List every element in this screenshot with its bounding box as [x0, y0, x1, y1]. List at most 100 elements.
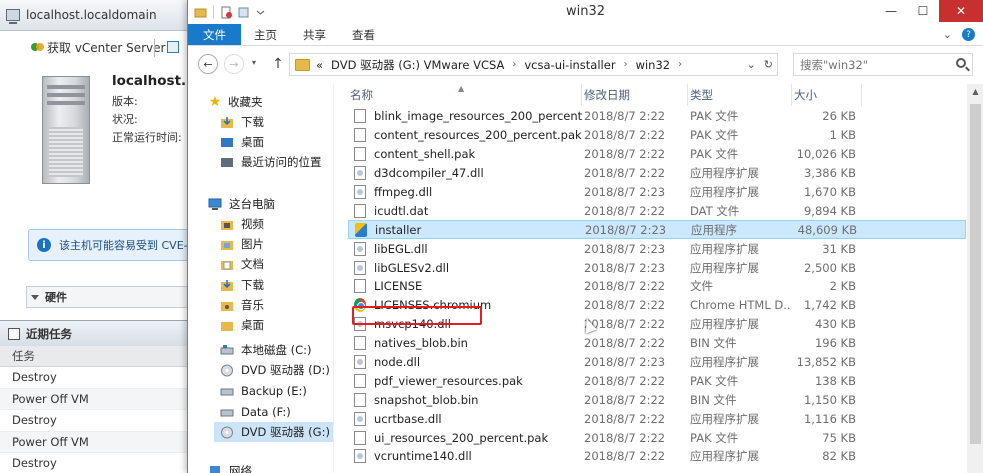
file-type: 文件	[690, 279, 713, 294]
dll-file-icon	[354, 317, 366, 332]
new-folder-icon[interactable]	[237, 6, 250, 19]
navigation-pane: ★ 收藏夹 下载 桌面 最近访问的位置 这台电脑 视频 图片 文档 下载 音乐 …	[188, 84, 333, 473]
file-name-cell: node.dll	[348, 355, 582, 370]
address-segment-installer[interactable]: vcsa-ui-installer	[524, 58, 615, 72]
task-row[interactable]: Power Off VM	[0, 431, 200, 453]
address-bar[interactable]: « DVD 驱动器 (G:) VMware VCSA › vcsa-ui-ins…	[289, 53, 778, 76]
column-size[interactable]: 大小	[792, 84, 862, 106]
help-icon[interactable]: ?	[962, 28, 975, 41]
file-row[interactable]: pdf_viewer_resources.pak 2018/8/7 2:22 PAK…	[348, 371, 966, 390]
nav-item-desktop[interactable]: 桌面	[220, 132, 264, 152]
nav-label: 下载	[241, 115, 264, 129]
tab-share[interactable]: 共享	[290, 24, 339, 45]
folder-icon	[295, 58, 310, 71]
address-overflow[interactable]: «	[316, 58, 323, 72]
nav-favorites[interactable]: ★ 收藏夹	[208, 92, 263, 112]
address-segment-win32[interactable]: win32	[636, 58, 671, 72]
tab-view[interactable]: 查看	[339, 24, 388, 45]
file-row[interactable]: content_shell.pak 2018/8/7 2:22 PAK 文件 10,0…	[348, 145, 966, 164]
toolbar-tool-icon[interactable]	[167, 41, 179, 53]
file-row[interactable]: node.dll 2018/8/7 2:23 应用程序扩展 13,852 KB	[348, 353, 966, 372]
file-icon	[354, 203, 366, 218]
scroll-thumb[interactable]	[970, 104, 981, 444]
maximize-button[interactable]: ☐	[907, 0, 939, 22]
tasks-column-header[interactable]: 任务	[0, 346, 200, 367]
back-button[interactable]: ←	[198, 54, 218, 74]
file-row[interactable]: natives_blob.bin 2018/8/7 2:22 BIN 文件 196 K…	[348, 334, 966, 353]
column-type[interactable]: 类型	[688, 84, 792, 106]
nav-item-pictures[interactable]: 图片	[220, 234, 264, 254]
chevron-down-icon[interactable]	[254, 6, 267, 19]
file-row[interactable]: libGLESv2.dll 2018/8/7 2:23 应用程序扩展 2,500 KB	[348, 258, 966, 277]
nav-drive-e[interactable]: Backup (E:)	[220, 381, 307, 401]
file-row[interactable]: vcruntime140.dll 2018/8/7 2:22 应用程序扩展 82 KB	[348, 447, 966, 466]
nav-item-documents[interactable]: 文档	[220, 254, 264, 274]
nav-network[interactable]: 网络	[208, 461, 252, 473]
file-row[interactable]: LICENSE 2018/8/7 2:22 文件 2 KB	[348, 277, 966, 296]
file-row[interactable]: msvcp140.dll 2018/8/7 2:22 应用程序扩展 430 KB	[348, 315, 966, 334]
file-row[interactable]: blink_image_resources_200_percent.p... 20…	[348, 107, 966, 126]
task-row[interactable]: Destroy	[0, 367, 200, 389]
search-box[interactable]	[793, 53, 973, 76]
nav-item-music[interactable]: 音乐	[220, 295, 264, 315]
column-date[interactable]: 修改日期	[582, 84, 688, 106]
file-name: ffmpeg.dll	[374, 185, 433, 199]
recent-locations-button[interactable]: ▾	[250, 58, 258, 67]
hardware-section[interactable]: 硬件	[26, 286, 200, 308]
dvd-drive-icon	[221, 364, 233, 376]
file-name: icudtl.dat	[374, 203, 429, 218]
chevron-right-icon[interactable]: ›	[678, 59, 682, 70]
nav-item-videos[interactable]: 视频	[220, 214, 264, 234]
task-row[interactable]: Destroy	[0, 453, 200, 473]
nav-item-downloads[interactable]: 下载	[220, 112, 264, 132]
file-row[interactable]: icudtl.dat 2018/8/7 2:22 DAT 文件 9,894 KB	[348, 201, 966, 220]
address-controls: ⌄ ↻	[747, 58, 773, 71]
task-row[interactable]: Power Off VM	[0, 388, 200, 410]
file-type: BIN 文件	[690, 336, 737, 351]
file-row[interactable]: snapshot_blob.bin 2018/8/7 2:22 BIN 文件 1,15…	[348, 390, 966, 409]
file-type: 应用程序扩展	[690, 260, 759, 275]
up-button[interactable]: ↑	[268, 54, 288, 74]
file-row[interactable]: d3dcompiler_47.dll 2018/8/7 2:22 应用程序扩展 3,3…	[348, 164, 966, 183]
get-vcenter-link[interactable]: 获取 vCenter Server	[47, 39, 165, 56]
vertical-scrollbar[interactable]: ▲	[967, 84, 983, 473]
chevron-right-icon[interactable]: ›	[624, 59, 628, 70]
file-row[interactable]: ucrtbase.dll 2018/8/7 2:22 应用程序扩展 1,116 KB	[348, 409, 966, 428]
file-row[interactable]: content_resources_200_percent.pak 2018/8/…	[348, 126, 966, 145]
expand-ribbon-icon[interactable]: ⌄	[943, 28, 952, 41]
file-row[interactable]: libEGL.dll 2018/8/7 2:23 应用程序扩展 31 KB	[348, 239, 966, 258]
file-row[interactable]: ffmpeg.dll 2018/8/7 2:23 应用程序扩展 1,670 KB	[348, 183, 966, 202]
nav-item-desktop-pc[interactable]: 桌面	[220, 315, 264, 335]
nav-item-recent[interactable]: 最近访问的位置	[220, 152, 322, 172]
forward-button[interactable]: →	[224, 54, 244, 74]
vulnerability-alert: i 该主机可能容易受到 CVE-	[28, 229, 203, 261]
nav-item-downloads-pc[interactable]: 下载	[220, 275, 264, 295]
minimize-button[interactable]: —	[875, 0, 907, 22]
file-name: snapshot_blob.bin	[374, 392, 479, 407]
search-icon[interactable]	[956, 58, 966, 68]
tab-file[interactable]: 文件	[188, 24, 241, 45]
refresh-icon[interactable]: ↻	[764, 58, 773, 71]
file-row[interactable]: LICENSES.chromium 2018/8/7 2:22 Chrome HTM…	[348, 296, 966, 315]
scroll-up-arrow-icon[interactable]: ▲	[967, 84, 983, 99]
file-type: Chrome HTML D...	[690, 298, 792, 313]
file-row[interactable]: ui_resources_200_percent.pak 2018/8/7 2:2…	[348, 428, 966, 447]
column-name[interactable]: 名称	[348, 84, 582, 106]
tab-home[interactable]: 主页	[241, 24, 290, 45]
search-input[interactable]	[800, 57, 950, 72]
address-segment-drive[interactable]: DVD 驱动器 (G:) VMware VCSA	[331, 57, 504, 73]
address-dropdown-icon[interactable]: ⌄	[747, 58, 756, 71]
file-row[interactable]: installer 2018/8/7 2:23 应用程序 48,609 KB	[348, 220, 966, 240]
nav-drive-d[interactable]: DVD 驱动器 (D:) CD	[220, 360, 333, 380]
properties-icon[interactable]	[220, 6, 233, 19]
file-size: 1,150 KB	[803, 392, 856, 407]
chevron-right-icon[interactable]: ›	[512, 59, 516, 70]
file-date: 2018/8/7 2:23	[584, 185, 666, 199]
pane-divider[interactable]	[333, 84, 334, 473]
nav-drive-g[interactable]: DVD 驱动器 (G:) VM	[214, 422, 333, 442]
nav-this-pc[interactable]: 这台电脑	[208, 194, 275, 214]
nav-drive-c[interactable]: 本地磁盘 (C:)	[220, 340, 312, 360]
close-button[interactable]: ✕	[939, 0, 983, 22]
nav-drive-f[interactable]: Data (F:)	[220, 402, 291, 422]
task-row[interactable]: Destroy	[0, 410, 200, 432]
